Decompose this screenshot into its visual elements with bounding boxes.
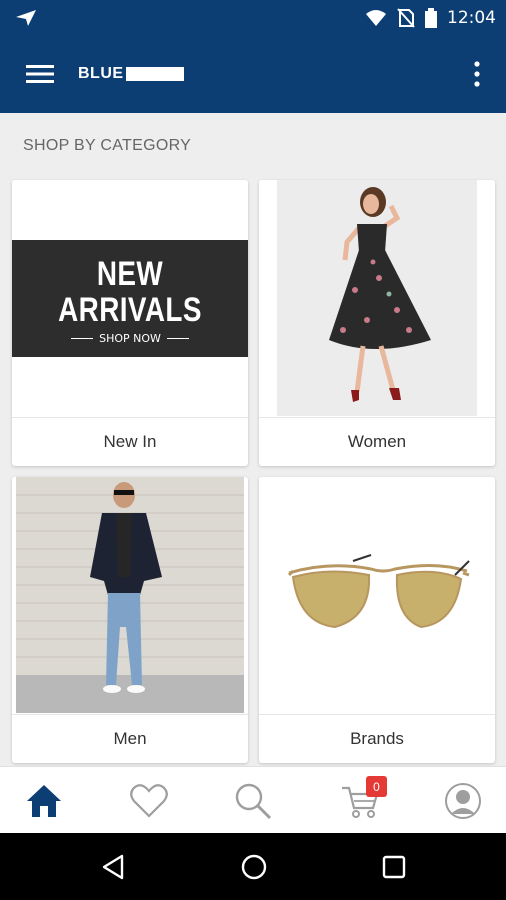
navigation-arrow-icon	[16, 10, 36, 26]
banner-cta: SHOP NOW	[12, 332, 248, 345]
brand-logo[interactable]: BLUE	[78, 64, 184, 84]
home-icon	[27, 785, 61, 817]
search-icon	[235, 783, 272, 820]
category-card-women[interactable]: Women	[259, 180, 495, 466]
bottom-navigation: 0	[0, 766, 506, 833]
back-icon[interactable]	[100, 853, 128, 881]
logo-bar	[125, 67, 184, 81]
category-label-women: Women	[259, 417, 495, 466]
banner-cta-text: SHOP NOW	[99, 332, 161, 345]
category-label-brands: Brands	[259, 714, 495, 763]
banner-line-2: ARRIVALS	[58, 291, 202, 329]
cart-count-badge: 0	[366, 776, 387, 797]
category-card-new-in[interactable]: NEW ARRIVALS SHOP NOW New In	[12, 180, 248, 466]
status-bar: 12:04	[0, 0, 506, 36]
system-navigation-bar	[0, 833, 506, 900]
more-vert-icon[interactable]	[472, 60, 482, 88]
category-image-new-in: NEW ARRIVALS SHOP NOW	[12, 180, 248, 416]
wifi-icon	[366, 10, 386, 26]
app-bar: BLUE	[0, 36, 506, 113]
category-label-new-in: New In	[12, 417, 248, 466]
section-title: SHOP BY CATEGORY	[23, 137, 192, 154]
nav-wishlist-button[interactable]	[127, 779, 171, 823]
category-image-men	[12, 477, 248, 713]
nav-search-button[interactable]	[231, 779, 275, 823]
category-label-men: Men	[12, 714, 248, 763]
battery-icon	[425, 8, 437, 28]
category-card-brands[interactable]: Brands	[259, 477, 495, 763]
heart-icon	[130, 784, 168, 818]
nav-profile-button[interactable]	[441, 779, 485, 823]
clock-time: 12:04	[447, 8, 496, 28]
profile-icon	[445, 783, 481, 819]
banner-line-1: NEW	[96, 255, 164, 293]
menu-icon[interactable]	[26, 63, 54, 85]
category-image-brands	[259, 477, 495, 713]
home-circle-icon[interactable]	[240, 853, 268, 881]
nav-home-button[interactable]	[22, 779, 66, 823]
new-arrivals-banner: NEW ARRIVALS SHOP NOW	[12, 240, 248, 357]
category-image-women	[259, 180, 495, 416]
recents-icon[interactable]	[380, 853, 408, 881]
category-card-men[interactable]: Men	[12, 477, 248, 763]
no-sim-icon	[397, 8, 415, 28]
logo-text: BLUE	[78, 65, 124, 82]
